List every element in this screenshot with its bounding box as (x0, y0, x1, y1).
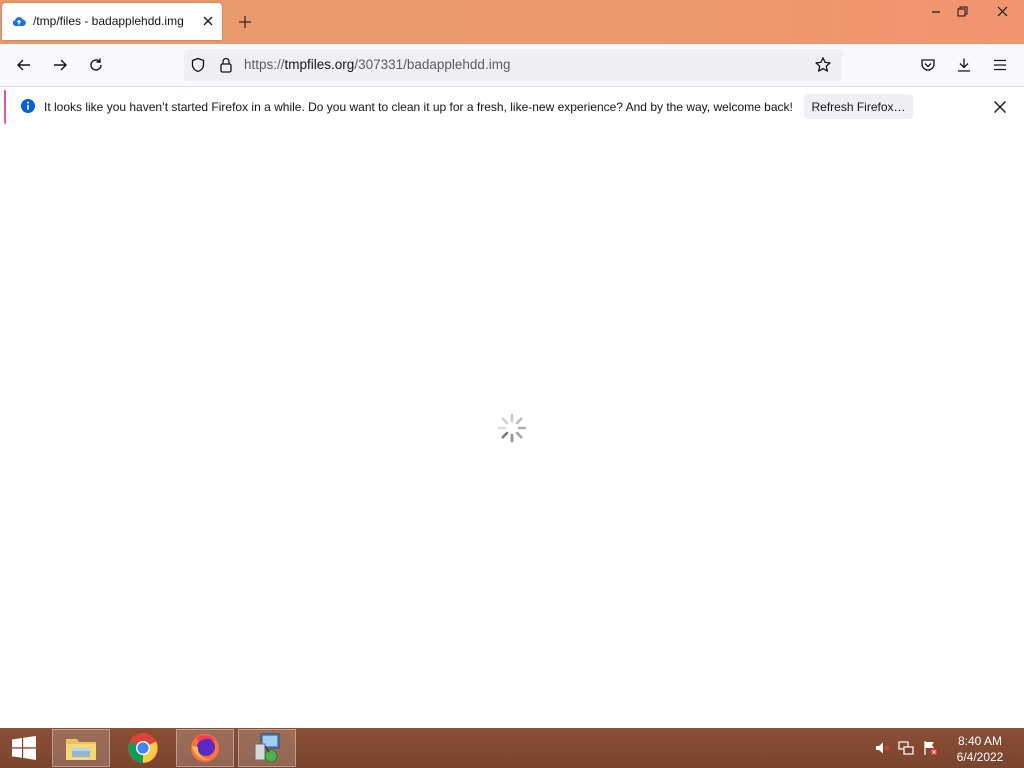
clock-date: 6/4/2022 (956, 750, 1004, 764)
clock-time: 8:40 AM (957, 734, 1003, 748)
url-path: /307331/badapplehdd.img (354, 57, 511, 72)
close-window-icon[interactable] (980, 0, 1024, 22)
tab-close-icon[interactable] (200, 13, 216, 29)
volume-muted-icon[interactable] (874, 740, 890, 756)
system-clock[interactable]: 8:40 AM 6/4/2022 (946, 733, 1014, 765)
info-icon (20, 98, 36, 114)
bookmark-star-icon[interactable] (814, 56, 832, 74)
new-tab-button[interactable] (233, 10, 257, 34)
close-notification-icon[interactable] (990, 97, 1010, 117)
tab-active[interactable]: /tmp/files - badapplehdd.img (2, 3, 222, 40)
hamburger-menu-icon[interactable] (986, 51, 1014, 79)
url-bar[interactable]: https://tmpfiles.org/307331/badapplehdd.… (184, 49, 842, 81)
notification-message: It looks like you haven’t started Firefo… (44, 100, 793, 114)
url-host: tmpfiles.org (284, 57, 355, 72)
tracking-protection-shield-icon[interactable] (190, 57, 206, 73)
restore-icon[interactable] (946, 0, 978, 22)
windows-start-icon[interactable] (0, 728, 48, 768)
firefox-icon[interactable] (176, 729, 234, 767)
file-explorer-icon[interactable] (52, 729, 110, 767)
url-scheme: https:// (244, 57, 285, 72)
chrome-icon[interactable] (114, 729, 172, 767)
padlock-icon[interactable] (218, 57, 234, 73)
refresh-firefox-notification: It looks like you haven’t started Firefo… (0, 86, 1024, 128)
notification-accent (4, 90, 6, 124)
pocket-icon[interactable] (914, 51, 942, 79)
tab-strip: /tmp/files - badapplehdd.img (0, 0, 1024, 44)
network-setup-icon[interactable] (238, 729, 296, 767)
reload-icon[interactable] (82, 51, 110, 79)
tab-title: /tmp/files - badapplehdd.img (33, 14, 184, 28)
downloads-icon[interactable] (950, 51, 978, 79)
cloud-upload-icon (12, 15, 26, 29)
loading-spinner-icon (496, 412, 528, 444)
action-center-flag-icon[interactable] (922, 740, 938, 756)
windows-taskbar: 8:40 AM 6/4/2022 (0, 728, 1024, 768)
refresh-firefox-button[interactable]: Refresh Firefox… (804, 94, 913, 119)
navigation-toolbar: https://tmpfiles.org/307331/badapplehdd.… (0, 44, 1024, 86)
network-icon[interactable] (898, 740, 914, 756)
page-content (0, 127, 1024, 728)
forward-arrow-icon[interactable] (46, 51, 74, 79)
back-arrow-icon[interactable] (10, 51, 38, 79)
url-text[interactable]: https://tmpfiles.org/307331/badapplehdd.… (244, 57, 510, 72)
